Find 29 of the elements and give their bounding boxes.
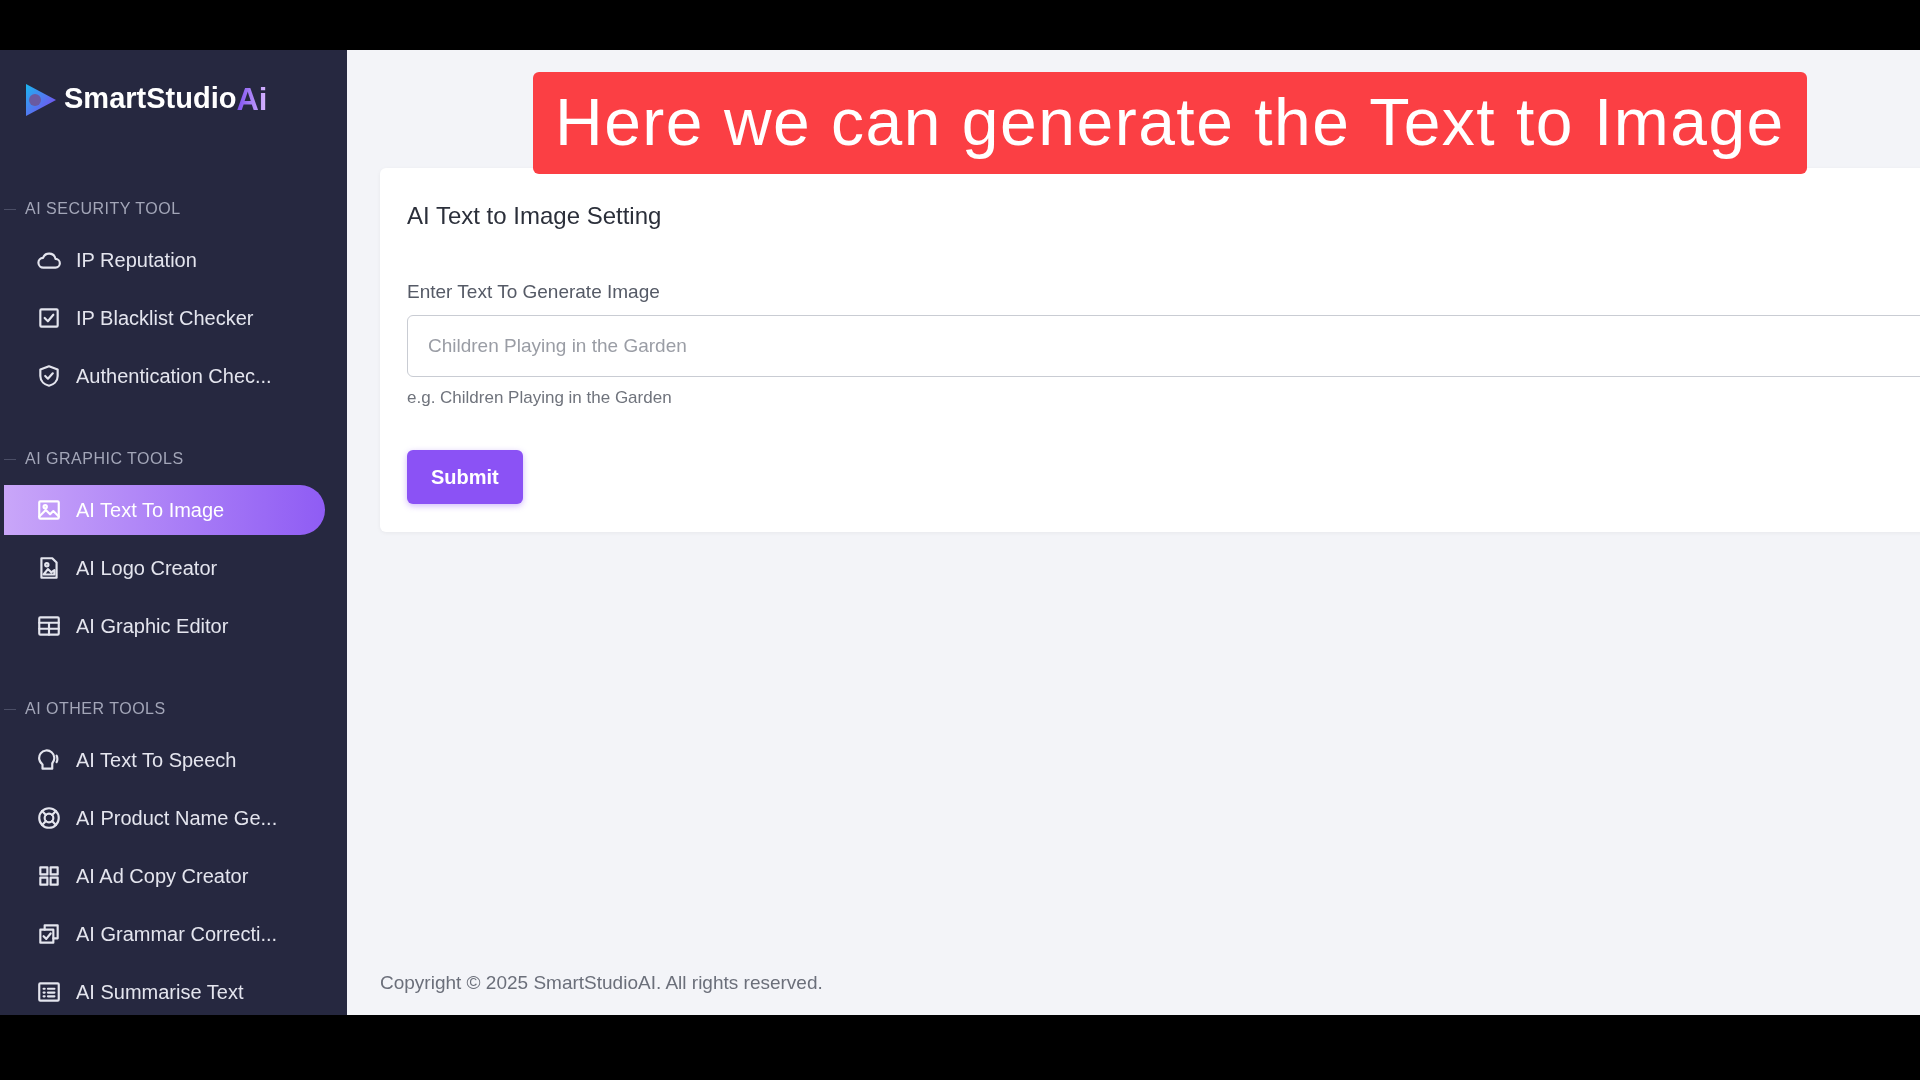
sidebar-item[interactable]: AI Ad Copy Creator (4, 851, 325, 901)
card-title: AI Text to Image Setting (407, 201, 663, 231)
help-text: e.g. Children Playing in the Garden (407, 386, 673, 409)
sidebar-item[interactable]: Authentication Chec... (4, 351, 325, 401)
section-heading: AI OTHER TOOLS (0, 697, 347, 721)
lifebuoy-icon (36, 805, 62, 831)
section-heading: AI GRAPHIC TOOLS (0, 447, 347, 471)
text-input-field[interactable]: Children Playing in the Garden (407, 314, 1920, 377)
submit-button[interactable]: Submit (407, 450, 523, 504)
sidebar-item[interactable]: AI Text To Speech (4, 735, 325, 785)
checkbox-icon (36, 305, 62, 331)
sidebar-item[interactable]: AI Summarise Text (4, 967, 325, 1015)
sidebar-item[interactable]: AI Logo Creator (4, 543, 325, 593)
caption-banner: Here we can generate the Text to Image (533, 72, 1807, 175)
logo-text: SmartStudio (64, 80, 237, 116)
field-label: Enter Text To Generate Image (407, 280, 661, 304)
sidebar-item[interactable]: AI Graphic Editor (4, 601, 325, 651)
sidebar-item[interactable]: IP Reputation (4, 235, 325, 285)
table-icon (36, 613, 62, 639)
list-icon (36, 979, 62, 1005)
sidebar-item[interactable]: AI Grammar Correcti... (4, 909, 325, 959)
sidebar-item[interactable]: AI Product Name Ge... (4, 793, 325, 843)
stacked-check-icon (36, 921, 62, 947)
section-heading: AI SECURITY TOOL (0, 197, 347, 221)
image-icon (36, 497, 62, 523)
copyright-text: Copyright © 2025 SmartStudioAI. All rights reserved. (380, 970, 824, 995)
grid-icon (36, 863, 62, 889)
shield-check-icon (36, 363, 62, 389)
sidebar-item[interactable]: IP Blacklist Checker (4, 293, 325, 343)
